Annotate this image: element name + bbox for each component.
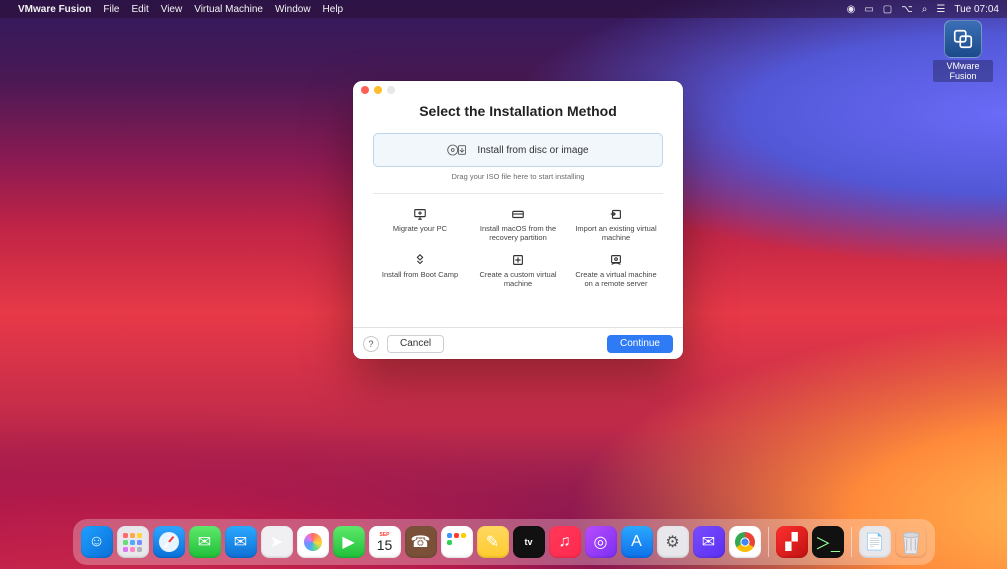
install-method-dialog: Select the Installation Method Install f… — [353, 81, 683, 359]
drag-hint: Drag your ISO file here to start install… — [373, 172, 663, 181]
dock-maps[interactable]: ➤ — [261, 526, 293, 558]
help-button[interactable]: ? — [363, 336, 379, 352]
dock-parallels[interactable]: ▞ — [776, 526, 808, 558]
option-custom-vm[interactable]: Create a custom virtual machine — [471, 250, 565, 290]
custom-vm-icon — [473, 252, 563, 268]
status-bluetooth-icon[interactable]: ⌥ — [901, 4, 913, 15]
dock-messages[interactable]: ✉ — [189, 526, 221, 558]
dock-downloads[interactable]: 📄 — [859, 526, 891, 558]
menubar-app[interactable]: VMware Fusion — [18, 4, 91, 15]
desktop-icon-vmware-fusion[interactable]: VMware Fusion — [933, 20, 993, 82]
continue-button[interactable]: Continue — [607, 335, 673, 353]
dock-photos[interactable] — [297, 526, 329, 558]
zoom-button[interactable] — [387, 86, 395, 94]
dock-finder[interactable]: ☺ — [81, 526, 113, 558]
options-grid: Migrate your PC Install macOS from the r… — [373, 204, 663, 291]
divider — [373, 193, 663, 194]
dock-contacts[interactable]: ☎ — [405, 526, 437, 558]
status-control-center-icon[interactable]: ☰ — [936, 4, 945, 15]
dock-launchpad[interactable] — [117, 526, 149, 558]
status-record-icon[interactable]: ◉ — [847, 4, 856, 15]
dialog-titlebar — [353, 81, 683, 93]
option-primary-label: Install from disc or image — [477, 145, 588, 156]
cancel-button[interactable]: Cancel — [387, 335, 444, 353]
menubar-edit[interactable]: Edit — [131, 4, 148, 15]
dock-music[interactable]: ♫ — [549, 526, 581, 558]
option-migrate-pc[interactable]: Migrate your PC — [373, 204, 467, 244]
dock-separator — [768, 527, 769, 557]
recovery-partition-icon — [473, 206, 563, 222]
dock-calendar[interactable]: SEP15 — [369, 526, 401, 558]
option-remote-vm[interactable]: Create a virtual machine on a remote ser… — [569, 250, 663, 290]
dock-trash[interactable] — [895, 526, 927, 558]
menubar-file[interactable]: File — [103, 4, 119, 15]
dock-reminders[interactable] — [441, 526, 473, 558]
option-import-vm[interactable]: Import an existing virtual machine — [569, 204, 663, 244]
minimize-button[interactable] — [374, 86, 382, 94]
dock-system-preferences[interactable]: ⚙ — [657, 526, 689, 558]
status-flag-icon[interactable]: ▭ — [864, 4, 873, 15]
dock-notes[interactable]: ✎ — [477, 526, 509, 558]
dock-safari[interactable] — [153, 526, 185, 558]
dialog-title: Select the Installation Method — [353, 103, 683, 119]
dock-separator — [851, 527, 852, 557]
dock-terminal[interactable]: ＞_ — [812, 526, 844, 558]
option-install-from-disc[interactable]: Install from disc or image — [373, 133, 663, 167]
dock-tv[interactable]: tv — [513, 526, 545, 558]
option-install-macos-recovery[interactable]: Install macOS from the recovery partitio… — [471, 204, 565, 244]
status-display-icon[interactable]: ▢ — [883, 4, 892, 15]
dock: ☺ ✉ ✉ ➤ ▶ SEP15 ☎ ✎ tv ♫ ◎ A ⚙ ✉ ▞ ＞_ 📄 — [73, 519, 935, 565]
disc-image-icon — [447, 142, 467, 158]
dock-mail[interactable]: ✉ — [225, 526, 257, 558]
option-install-bootcamp[interactable]: Install from Boot Camp — [373, 250, 467, 290]
bootcamp-icon — [375, 252, 465, 268]
remote-vm-icon — [571, 252, 661, 268]
menubar-help[interactable]: Help — [323, 4, 344, 15]
dock-chrome[interactable] — [729, 526, 761, 558]
import-vm-icon — [571, 206, 661, 222]
status-search-icon[interactable]: ⌕ — [922, 4, 928, 15]
menubar-window[interactable]: Window — [275, 4, 311, 15]
dock-feedback[interactable]: ✉ — [693, 526, 725, 558]
close-button[interactable] — [361, 86, 369, 94]
desktop-icon-label: VMware Fusion — [933, 60, 993, 82]
menubar-virtual-machine[interactable]: Virtual Machine — [194, 4, 263, 15]
vmware-fusion-icon — [944, 20, 982, 58]
migrate-pc-icon — [375, 206, 465, 222]
dock-appstore[interactable]: A — [621, 526, 653, 558]
dialog-footer: ? Cancel Continue — [353, 327, 683, 359]
dock-facetime[interactable]: ▶ — [333, 526, 365, 558]
menubar: VMware Fusion File Edit View Virtual Mac… — [0, 0, 1007, 18]
menubar-clock[interactable]: Tue 07:04 — [954, 4, 999, 15]
dock-podcasts[interactable]: ◎ — [585, 526, 617, 558]
menubar-view[interactable]: View — [161, 4, 183, 15]
